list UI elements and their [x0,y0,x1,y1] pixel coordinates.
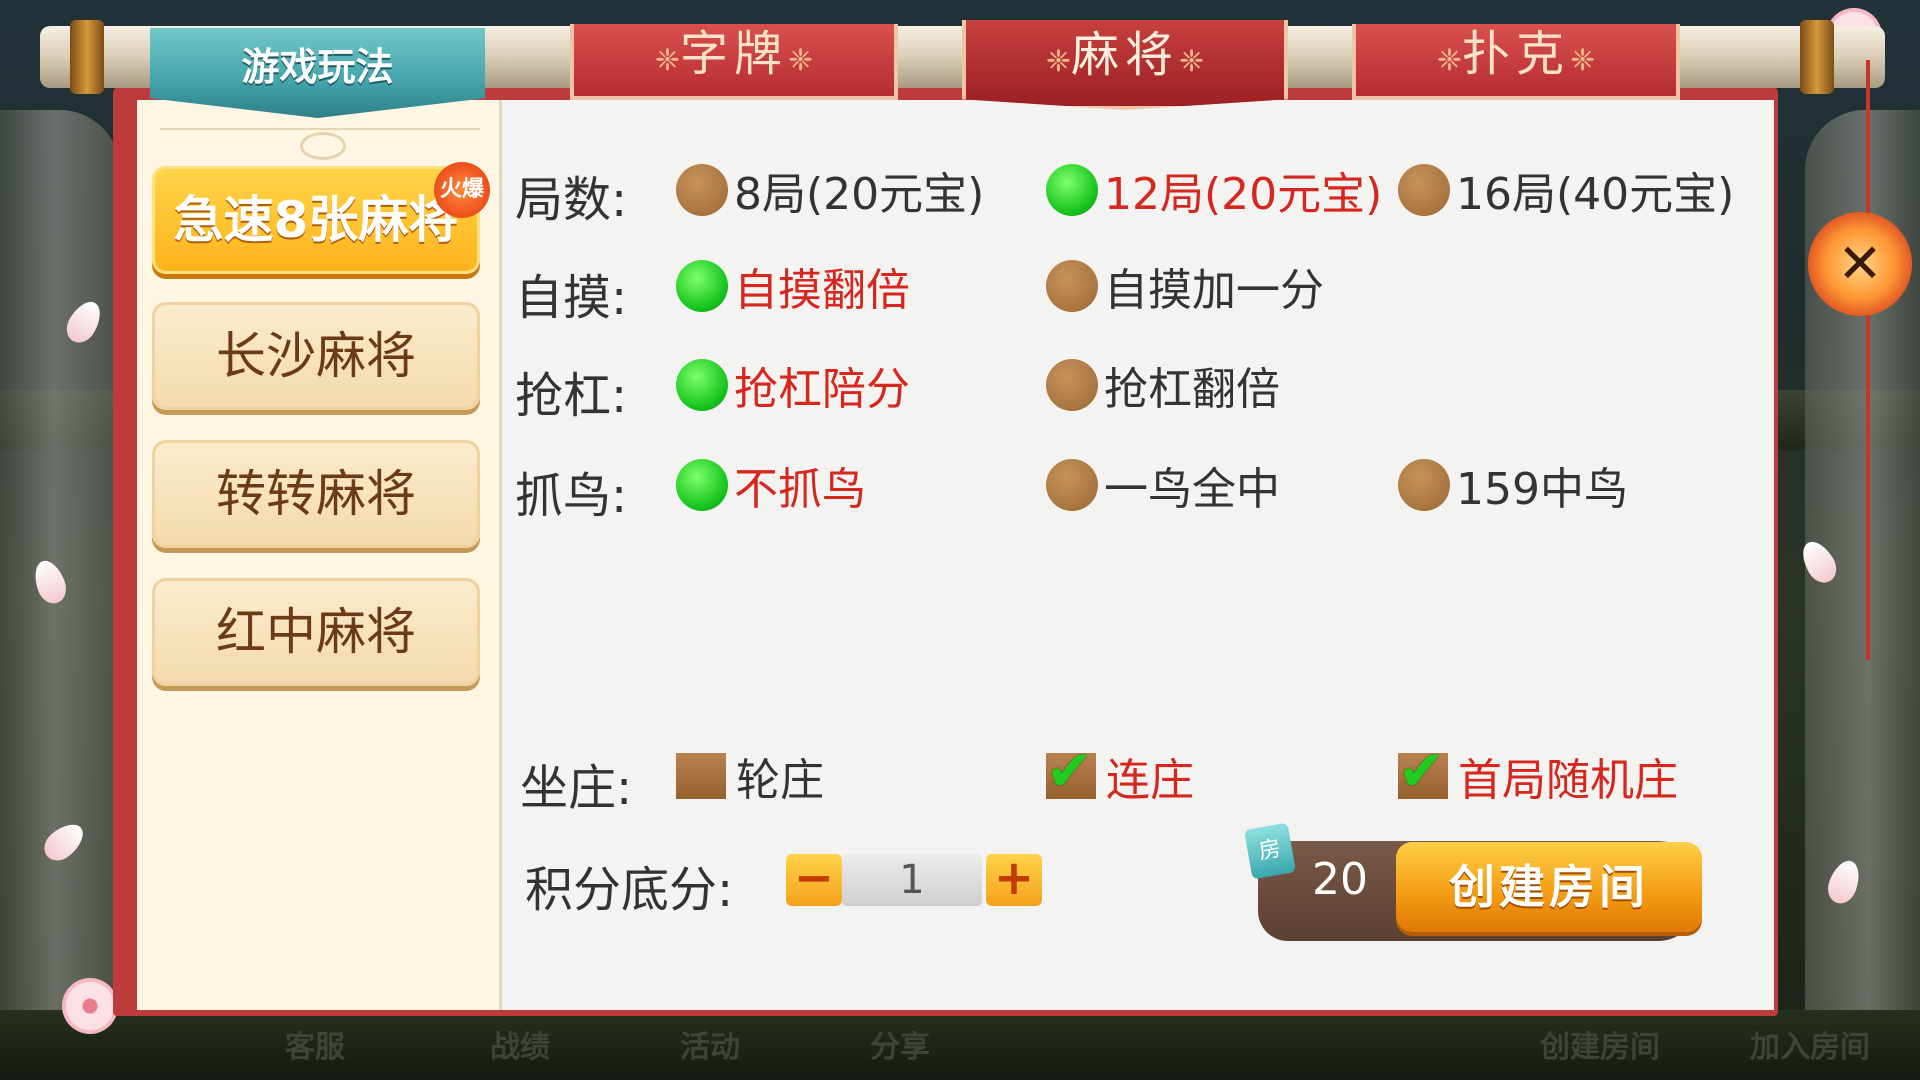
bottom-share-label: 分享 [870,1030,930,1065]
close-button[interactable]: ✕ [1808,212,1912,316]
dealer-option-consecutive[interactable]: 连庄 [1046,739,1194,806]
decrease-button[interactable]: − [786,854,842,906]
blossom-decoration [62,978,118,1034]
checkbox-checked-icon [1398,739,1448,804]
hot-badge: 火爆 [434,162,490,218]
room-card-icon: 房 [1243,822,1297,880]
sidebar-item-label: 急速8张麻将 [173,191,459,249]
tab-ornament: ❈ [654,43,680,78]
increase-button[interactable]: + [986,854,1042,906]
tab-zipai[interactable]: ❈字牌❈ [570,24,898,100]
checkbox-unchecked-icon [676,753,726,799]
kong-label: 抢杠: [515,368,628,424]
tab-poker[interactable]: ❈扑克❈ [1352,24,1680,100]
selfdraw-option-plus-one[interactable]: 自摸加一分 [1046,256,1324,316]
bottom-create-room-label: 创建房间 [1540,1030,1660,1065]
base-score-label: 积分底分: [525,862,734,918]
tab-ornament: ❈ [1179,44,1205,79]
radio-off-icon [1398,459,1450,511]
selfdraw-label: 自摸: [515,270,628,326]
radio-off-icon [1046,459,1098,511]
bottom-service-label: 客服 [285,1030,345,1065]
radio-on-icon [676,359,728,411]
sidebar-item-hongzhong-mahjong[interactable]: 红中麻将 [152,578,480,686]
radio-off-icon [676,164,728,216]
scroll-rod-cap-left [70,20,104,94]
selfdraw-option-double[interactable]: 自摸翻倍 [676,256,910,316]
lantern-cord [1866,60,1870,660]
base-score-value: 1 [842,854,982,906]
tab-label: 麻将 [1070,27,1179,83]
left-curtain [0,110,120,1010]
bird-option-159[interactable]: 159中鸟 [1398,455,1628,515]
kong-option-double[interactable]: 抢杠翻倍 [1046,355,1280,415]
bottom-activity-label: 活动 [680,1030,740,1065]
tab-label: 扑克 [1461,26,1570,82]
dealer-label: 坐庄: [520,760,633,816]
room-card-cost: 20 [1312,854,1368,905]
bottom-join-room-label: 加入房间 [1750,1030,1870,1065]
sidebar-item-fast-8-mahjong[interactable]: 急速8张麻将 火爆 [152,162,490,274]
radio-off-icon [1398,164,1450,216]
bird-option-one-all[interactable]: 一鸟全中 [1046,455,1280,515]
rounds-label: 局数: [515,172,628,228]
bird-option-none[interactable]: 不抓鸟 [676,455,866,515]
sidebar-item-changsha-mahjong[interactable]: 长沙麻将 [152,302,480,410]
radio-on-icon [676,459,728,511]
tab-ornament: ❈ [1045,44,1071,79]
tab-ornament: ❈ [788,43,814,78]
scroll-rod-cap-right [1800,20,1834,94]
radio-off-icon [1046,359,1098,411]
rounds-option-8[interactable]: 8局(20元宝) [676,160,984,220]
radio-off-icon [1046,260,1098,312]
kong-option-compensate[interactable]: 抢杠陪分 [676,355,910,415]
tab-ornament: ❈ [1570,43,1596,78]
rounds-option-16[interactable]: 16局(40元宝) [1398,160,1734,220]
bottom-bar: 客服 战绩 活动 分享 创建房间 加入房间 [0,1010,1920,1080]
sidebar-divider [160,128,480,130]
tab-ornament: ❈ [1436,43,1462,78]
rounds-option-12[interactable]: 12局(20元宝) [1046,160,1382,220]
radio-on-icon [1046,164,1098,216]
radio-on-icon [676,260,728,312]
bird-label: 抓鸟: [515,468,628,524]
tab-label: 字牌 [679,26,788,82]
create-room-button[interactable]: 创建房间 [1396,842,1702,932]
dealer-option-random-first[interactable]: 首局随机庄 [1398,739,1678,806]
dealer-option-rotate[interactable]: 轮庄 [676,746,824,806]
knot-ornament [300,132,346,160]
tab-mahjong[interactable]: ❈麻将❈ [962,20,1288,110]
bottom-records-label: 战绩 [490,1030,550,1065]
sidebar-item-zhuanzhuan-mahjong[interactable]: 转转麻将 [152,440,480,548]
checkbox-checked-icon [1046,739,1096,804]
